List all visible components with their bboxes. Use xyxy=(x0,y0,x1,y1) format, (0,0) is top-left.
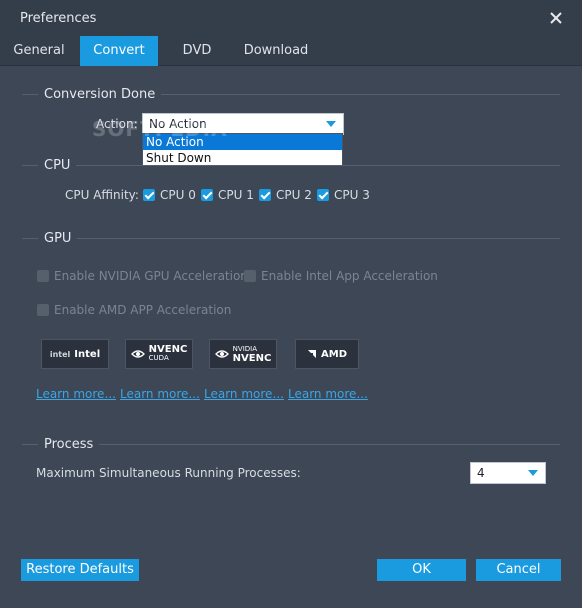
amd-text: AMD xyxy=(321,348,347,360)
amd-logo: AMD xyxy=(295,339,359,369)
cpu-0-label: CPU 0 xyxy=(160,188,196,202)
action-option-shut-down[interactable]: Shut Down xyxy=(143,150,342,166)
cpu-3-label: CPU 3 xyxy=(334,188,370,202)
cuda-text: CUDA xyxy=(148,354,169,362)
restore-defaults-button[interactable]: Restore Defaults xyxy=(21,559,139,581)
cpu-affinity-label: CPU Affinity: xyxy=(65,188,139,202)
cpu-0-checkbox[interactable] xyxy=(143,189,155,201)
nvenc-text: NVENC xyxy=(148,344,188,355)
amd-arrow-icon xyxy=(308,350,316,358)
cpu-2-checkbox[interactable] xyxy=(259,189,271,201)
learn-more-nvenc-link[interactable]: Learn more... xyxy=(204,387,284,401)
tab-dvd[interactable]: DVD xyxy=(158,36,236,66)
close-icon xyxy=(550,12,562,24)
title-bar: Preferences xyxy=(0,0,582,36)
nvidia-eye-icon xyxy=(130,350,145,358)
chevron-down-icon xyxy=(528,470,538,476)
amd-app-label: Enable AMD APP Acceleration xyxy=(54,303,232,317)
chevron-down-icon xyxy=(326,121,336,127)
cpu-1-label: CPU 1 xyxy=(218,188,254,202)
watermark: SOFTPEDIA xyxy=(92,117,228,141)
nvidia-gpu-checkbox[interactable] xyxy=(37,270,49,282)
process-title: Process xyxy=(38,437,100,452)
nvidia-nvenc-logo: NVIDIA NVENC xyxy=(209,339,277,369)
tab-convert[interactable]: Convert xyxy=(80,36,158,66)
intel-icon: intel xyxy=(49,349,71,359)
nvenc-text: NVENC xyxy=(232,353,272,364)
cpu-title: CPU xyxy=(38,158,77,173)
section-divider xyxy=(22,165,560,166)
tab-general[interactable]: General xyxy=(0,36,78,66)
window-title: Preferences xyxy=(20,11,97,26)
nvidia-gpu-label: Enable NVIDIA GPU Acceleration xyxy=(54,269,248,283)
close-button[interactable] xyxy=(546,8,566,28)
learn-more-amd-link[interactable]: Learn more... xyxy=(288,387,368,401)
cpu-3-checkbox[interactable] xyxy=(317,189,329,201)
tab-download[interactable]: Download xyxy=(236,36,316,66)
gpu-title: GPU xyxy=(38,231,78,246)
intel-logo: intel Intel xyxy=(41,339,109,369)
max-processes-label: Maximum Simultaneous Running Processes: xyxy=(36,466,301,480)
max-processes-value: 4 xyxy=(477,466,485,480)
cpu-1-checkbox[interactable] xyxy=(201,189,213,201)
section-divider xyxy=(22,238,560,239)
nvenc-cuda-logo: NVENC CUDA xyxy=(125,339,193,369)
intel-app-checkbox[interactable] xyxy=(244,270,256,282)
max-processes-select[interactable]: 4 xyxy=(470,462,546,484)
learn-more-intel-link[interactable]: Learn more... xyxy=(36,387,116,401)
section-divider xyxy=(22,444,560,445)
nvidia-eye-icon xyxy=(214,350,229,358)
intel-app-label: Enable Intel App Acceleration xyxy=(261,269,438,283)
conversion-done-title: Conversion Done xyxy=(38,87,162,102)
amd-app-checkbox[interactable] xyxy=(37,304,49,316)
cpu-2-label: CPU 2 xyxy=(276,188,312,202)
ok-button[interactable]: OK xyxy=(377,559,466,581)
cancel-button[interactable]: Cancel xyxy=(476,559,561,581)
tab-bar: General Convert DVD Download xyxy=(0,36,582,66)
learn-more-cuda-link[interactable]: Learn more... xyxy=(120,387,200,401)
